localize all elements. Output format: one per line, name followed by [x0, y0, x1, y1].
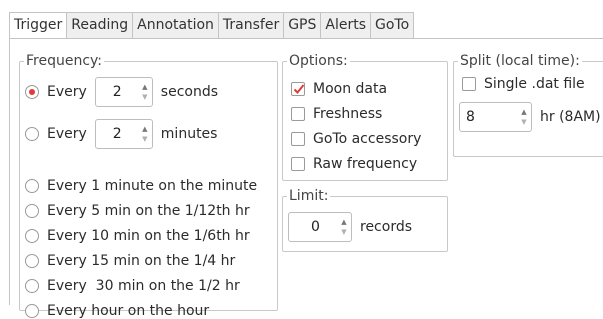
every-minutes-radio[interactable]: [25, 127, 39, 141]
limit-stepper-arrows[interactable]: ▲ ▼: [340, 217, 348, 237]
limit-spinbox[interactable]: 0 ▲ ▼: [288, 212, 352, 242]
tab-alerts[interactable]: Alerts: [321, 12, 372, 39]
freshness-label: Freshness: [313, 106, 383, 122]
frequency-option[interactable]: Every 1 minute on the minute: [25, 178, 257, 194]
frequency-option-radio[interactable]: [25, 304, 39, 318]
frequency-option[interactable]: Every 5 min on the 1/12th hr: [25, 203, 250, 219]
limit-group: Limit: 0 ▲ ▼ records: [282, 188, 448, 252]
tab-gps[interactable]: GPS: [284, 12, 322, 39]
goto-accessory-option[interactable]: GoTo accessory: [291, 131, 421, 147]
seconds-value: 2: [112, 84, 122, 100]
frequency-group: Frequency: Every 2 ▲ ▼ seconds Every 2 ▲ ▼…: [19, 53, 278, 319]
split-hour-row: 8 ▲ ▼ hr (8AM): [459, 102, 601, 132]
checkmark-icon: [293, 84, 305, 94]
frequency-option-radio[interactable]: [25, 279, 39, 293]
split-hour-spinbox[interactable]: 8 ▲ ▼: [459, 102, 532, 132]
moon-data-label: Moon data: [313, 81, 388, 97]
split-hour-stepper-arrows[interactable]: ▲ ▼: [520, 107, 528, 127]
split-hour-value: 8: [466, 109, 475, 125]
limit-legend: Limit:: [287, 188, 331, 204]
frequency-option-label: Every hour on the hour: [47, 303, 210, 319]
split-legend: Split (local time):: [458, 53, 582, 69]
frequency-legend: Frequency:: [24, 53, 105, 69]
frequency-option-label: Every 1 minute on the minute: [47, 178, 258, 194]
frequency-option-label: Every 10 min on the 1/6th hr: [47, 228, 250, 244]
freshness-checkbox[interactable]: [291, 107, 305, 121]
options-group: Options: Moon data Freshness GoTo access…: [282, 53, 448, 181]
every-minutes-row: Every 2 ▲ ▼ minutes: [25, 119, 217, 149]
raw-frequency-label: Raw frequency: [313, 156, 418, 172]
frequency-option-label: Every 30 min on the 1/2 hr: [47, 278, 240, 294]
minutes-value: 2: [112, 126, 122, 142]
frequency-option[interactable]: Every 10 min on the 1/6th hr: [25, 228, 250, 244]
split-hour-unit-label: hr (8AM): [540, 109, 601, 125]
frequency-option-radio[interactable]: [25, 204, 39, 218]
limit-unit-label: records: [360, 219, 413, 235]
minutes-spinbox[interactable]: 2 ▲ ▼: [94, 119, 153, 149]
every-seconds-radio[interactable]: [25, 85, 39, 99]
every-minutes-label: Every: [47, 126, 87, 142]
limit-value: 0: [311, 219, 320, 235]
moon-data-checkbox[interactable]: [291, 82, 305, 96]
frequency-option-radio[interactable]: [25, 229, 39, 243]
every-seconds-label: Every: [47, 84, 87, 100]
frequency-option[interactable]: Every 30 min on the 1/2 hr: [25, 278, 240, 294]
single-dat-option[interactable]: Single .dat file: [462, 76, 585, 92]
frequency-option-radio[interactable]: [25, 254, 39, 268]
raw-frequency-checkbox[interactable]: [291, 157, 305, 171]
frequency-option-label: Every 5 min on the 1/12th hr: [47, 203, 250, 219]
seconds-spinbox[interactable]: 2 ▲ ▼: [94, 77, 153, 107]
goto-accessory-label: GoTo accessory: [313, 131, 422, 147]
frequency-option-radio[interactable]: [25, 179, 39, 193]
single-dat-checkbox[interactable]: [462, 77, 476, 91]
goto-accessory-checkbox[interactable]: [291, 132, 305, 146]
tab-goto[interactable]: GoTo: [371, 12, 415, 39]
tab-trigger[interactable]: Trigger: [9, 12, 68, 39]
minutes-stepper-arrows[interactable]: ▲ ▼: [141, 124, 149, 144]
trigger-panel: Frequency: Every 2 ▲ ▼ seconds Every 2 ▲ ▼…: [9, 38, 603, 319]
tab-bar: Trigger Reading Annotation Transfer GPS …: [9, 12, 415, 39]
frequency-option[interactable]: Every 15 min on the 1/4 hr: [25, 253, 235, 269]
single-dat-label: Single .dat file: [484, 76, 585, 92]
options-legend: Options:: [287, 53, 350, 69]
freshness-option[interactable]: Freshness: [291, 106, 382, 122]
frequency-option-label: Every 15 min on the 1/4 hr: [47, 253, 236, 269]
raw-frequency-option[interactable]: Raw frequency: [291, 156, 417, 172]
seconds-stepper-arrows[interactable]: ▲ ▼: [141, 82, 149, 102]
limit-row: 0 ▲ ▼ records: [288, 212, 412, 242]
seconds-unit-label: seconds: [160, 84, 219, 100]
split-group: Split (local time): Single .dat file 8 ▲…: [453, 53, 603, 157]
tab-reading[interactable]: Reading: [67, 12, 134, 39]
every-seconds-row: Every 2 ▲ ▼ seconds: [25, 77, 218, 107]
frequency-option[interactable]: Every hour on the hour: [25, 303, 209, 319]
tab-annotation[interactable]: Annotation: [133, 12, 219, 39]
tab-transfer[interactable]: Transfer: [218, 12, 285, 39]
minutes-unit-label: minutes: [160, 126, 218, 142]
moon-data-option[interactable]: Moon data: [291, 81, 387, 97]
